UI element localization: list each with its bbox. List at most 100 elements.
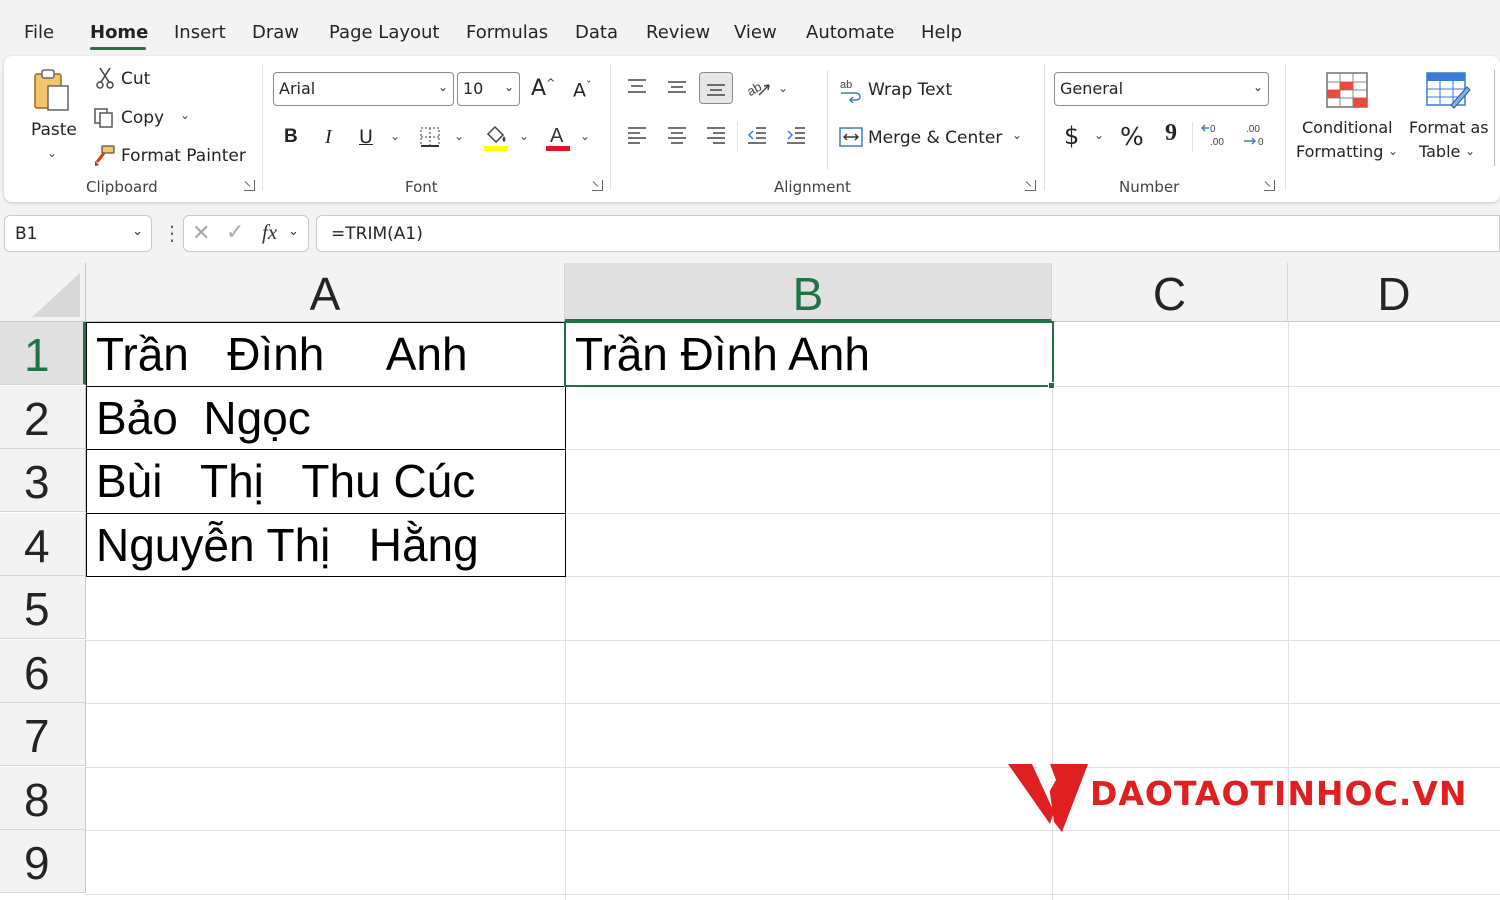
chevron-down-icon[interactable]: ⌄	[778, 81, 788, 95]
row-header-8[interactable]: 8	[0, 767, 86, 830]
increase-font-size-icon[interactable]: A^	[531, 76, 555, 101]
tab-data[interactable]: Data	[575, 22, 618, 43]
row-header-9[interactable]: 9	[0, 830, 86, 893]
conditional-formatting-icon[interactable]	[1324, 70, 1370, 110]
font-launcher-icon[interactable]	[592, 180, 603, 191]
format-as-table-icon[interactable]	[1424, 68, 1472, 112]
copy-icon[interactable]	[92, 106, 116, 130]
tab-automate[interactable]: Automate	[806, 22, 895, 43]
alignment-launcher-icon[interactable]	[1025, 180, 1036, 191]
increase-decimal-icon[interactable]: 0.00	[1199, 120, 1229, 150]
insert-function-button[interactable]: fx	[262, 220, 277, 245]
tab-help[interactable]: Help	[921, 22, 962, 43]
more-options-icon[interactable]: ⋮	[162, 221, 182, 245]
conditional-formatting-button[interactable]: Conditional	[1302, 118, 1393, 137]
row-header-6[interactable]: 6	[0, 640, 86, 703]
column-header-d[interactable]: D	[1288, 263, 1500, 322]
chevron-down-icon[interactable]: ⌄	[1388, 144, 1398, 158]
copy-button[interactable]: Copy	[121, 108, 164, 128]
font-color-icon[interactable]: A	[544, 122, 572, 152]
paste-icon[interactable]	[32, 68, 72, 114]
chevron-down-icon[interactable]: ⌄	[390, 129, 400, 143]
decrease-indent-icon[interactable]	[744, 122, 770, 148]
cell-a4[interactable]: Nguyễn Thị Hằng	[86, 513, 566, 577]
tab-home[interactable]: Home	[90, 22, 148, 43]
bold-button[interactable]: B	[284, 126, 298, 148]
tab-file[interactable]: File	[24, 22, 54, 43]
bottom-align-icon[interactable]	[699, 72, 733, 104]
chevron-down-icon[interactable]: ⌄	[180, 108, 190, 122]
chevron-down-icon[interactable]: ⌄	[1094, 128, 1104, 142]
cancel-icon[interactable]: ✕	[192, 221, 210, 246]
top-align-icon[interactable]	[624, 74, 650, 100]
select-all-button[interactable]	[0, 263, 86, 322]
borders-icon[interactable]	[417, 124, 443, 150]
tab-formulas[interactable]: Formulas	[466, 22, 548, 43]
chevron-down-icon: ⌄	[503, 80, 514, 94]
chevron-down-icon[interactable]: ⌄	[1465, 144, 1475, 158]
chevron-down-icon[interactable]: ⌄	[454, 129, 464, 143]
row-header-7[interactable]: 7	[0, 703, 86, 766]
align-left-icon[interactable]	[624, 122, 650, 148]
column-header-b[interactable]: B	[565, 263, 1052, 322]
italic-button[interactable]: I	[325, 126, 332, 149]
row-header-3[interactable]: 3	[0, 449, 86, 512]
align-center-icon[interactable]	[664, 122, 690, 148]
cell-a2[interactable]: Bảo Ngọc	[86, 386, 566, 450]
enter-icon[interactable]: ✓	[226, 220, 244, 245]
row-header-2[interactable]: 2	[0, 386, 86, 449]
tab-view[interactable]: View	[734, 22, 777, 43]
chevron-down-icon[interactable]: ⌄	[47, 146, 57, 160]
chevron-down-icon[interactable]: ⌄	[519, 129, 529, 143]
chevron-down-icon: ⌄	[437, 80, 448, 94]
number-format-select[interactable]: General ⌄	[1054, 72, 1269, 106]
column-header-c[interactable]: C	[1052, 263, 1288, 322]
percent-button[interactable]: %	[1120, 122, 1144, 151]
tab-review[interactable]: Review	[646, 22, 710, 43]
column-header-a[interactable]: A	[86, 263, 565, 322]
cell-a1[interactable]: Trần Đình Anh	[86, 322, 566, 387]
wrap-text-icon[interactable]: ab	[838, 76, 864, 104]
tab-draw[interactable]: Draw	[252, 22, 299, 43]
number-launcher-icon[interactable]	[1264, 180, 1275, 191]
wrap-text-button[interactable]: Wrap Text	[868, 80, 952, 100]
tab-insert[interactable]: Insert	[174, 22, 226, 43]
currency-button[interactable]: $	[1064, 122, 1079, 150]
chevron-down-icon[interactable]: ⌄	[132, 224, 143, 239]
divider	[1494, 70, 1495, 166]
comma-style-button[interactable]: 9	[1165, 120, 1177, 147]
format-as-table-button[interactable]: Format as	[1409, 118, 1489, 137]
format-painter-button[interactable]: Format Painter	[121, 146, 246, 166]
align-right-icon[interactable]	[703, 122, 729, 148]
fill-handle[interactable]	[1048, 382, 1055, 389]
divider	[1285, 64, 1286, 190]
chevron-down-icon[interactable]: ⌄	[1012, 128, 1022, 142]
format-painter-icon[interactable]	[92, 144, 116, 168]
row-header-5[interactable]: 5	[0, 576, 86, 639]
fill-color-icon[interactable]	[482, 122, 510, 152]
clipboard-launcher-icon[interactable]	[244, 180, 255, 191]
decrease-font-size-icon[interactable]: Aˇ	[573, 79, 592, 101]
conditional-formatting-label[interactable]: Formatting	[1296, 142, 1383, 161]
font-size-select[interactable]: 10 ⌄	[457, 72, 520, 106]
cut-button[interactable]: Cut	[121, 69, 150, 89]
orientation-icon[interactable]: ab	[744, 74, 774, 102]
decrease-decimal-icon[interactable]: .00 0	[1239, 120, 1269, 150]
cell-a3[interactable]: Bùi Thị Thu Cúc	[86, 449, 566, 514]
merge-center-icon[interactable]	[838, 124, 864, 150]
row-header-1[interactable]: 1	[0, 322, 86, 385]
chevron-down-icon[interactable]: ⌄	[288, 224, 299, 239]
middle-align-icon[interactable]	[664, 74, 690, 100]
format-as-table-label[interactable]: Table	[1419, 142, 1460, 161]
underline-button[interactable]: U	[359, 126, 373, 148]
increase-indent-icon[interactable]	[783, 122, 809, 148]
row-header-4[interactable]: 4	[0, 513, 86, 576]
tab-page-layout[interactable]: Page Layout	[329, 22, 440, 43]
name-box[interactable]: B1 ⌄	[4, 215, 152, 252]
chevron-down-icon[interactable]: ⌄	[580, 129, 590, 143]
paste-button[interactable]: Paste	[31, 120, 77, 140]
font-name-select[interactable]: Arial ⌄	[273, 72, 454, 106]
formula-input[interactable]: =TRIM(A1)	[316, 215, 1500, 252]
merge-center-button[interactable]: Merge & Center	[868, 128, 1002, 148]
scissors-icon[interactable]	[94, 66, 116, 90]
